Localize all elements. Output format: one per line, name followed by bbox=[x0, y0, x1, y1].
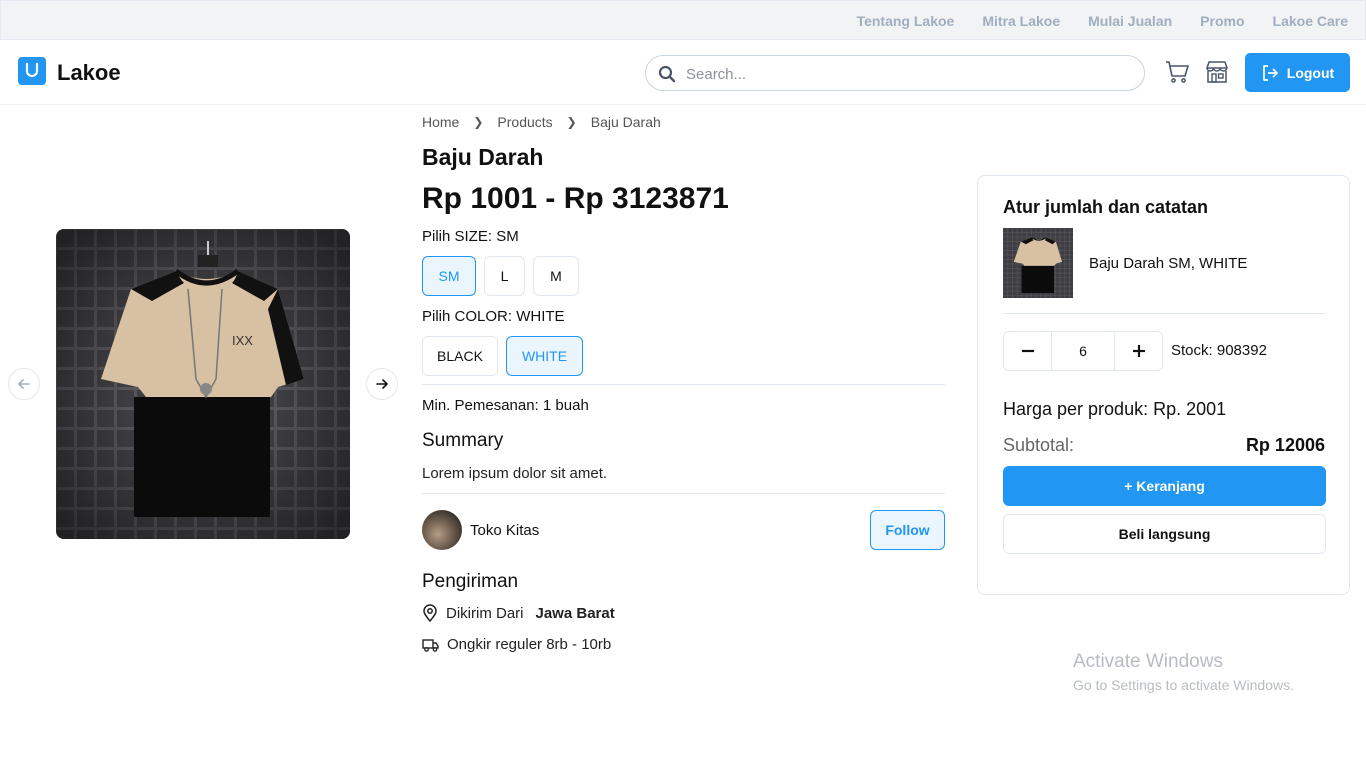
size-selected-value: SM bbox=[496, 228, 519, 245]
logout-label: Logout bbox=[1286, 64, 1335, 81]
logout-button[interactable]: Logout bbox=[1245, 53, 1350, 92]
divider bbox=[1003, 313, 1326, 314]
variant-label: Baju Darah SM, WHITE bbox=[1089, 255, 1248, 272]
stock-label: Stock: bbox=[1171, 342, 1213, 359]
breadcrumb: Home ❯ Products ❯ Baju Darah bbox=[422, 114, 661, 130]
price-per-product: Harga per produk: Rp. 2001 bbox=[1003, 399, 1227, 419]
color-option-white[interactable]: WHITE bbox=[506, 336, 583, 376]
variant-thumbnail bbox=[1003, 228, 1073, 298]
decrease-quantity-button[interactable] bbox=[1004, 332, 1051, 370]
shop-avatar[interactable] bbox=[422, 510, 462, 550]
product-image: IXX bbox=[56, 229, 350, 539]
truck-icon bbox=[422, 638, 439, 652]
subtotal-value: Rp 12006 bbox=[1245, 435, 1325, 455]
follow-button[interactable]: Follow bbox=[870, 510, 945, 550]
link-mulai-jualan[interactable]: Mulai Jualan bbox=[1088, 13, 1172, 29]
shipping-from: Dikirim Dari Jawa Barat bbox=[422, 604, 615, 622]
location-pin-icon bbox=[423, 604, 437, 622]
product-price: Rp 1001 - Rp 3123871 bbox=[422, 182, 729, 215]
windows-watermark-subtitle: Go to Settings to activate Windows. bbox=[1073, 677, 1294, 693]
shipping-cost-text: Ongkir reguler 8rb - 10rb bbox=[447, 636, 612, 653]
link-promo[interactable]: Promo bbox=[1200, 13, 1244, 29]
breadcrumb-current: Baju Darah bbox=[590, 114, 661, 130]
add-to-cart-button[interactable]: + Keranjang bbox=[1003, 466, 1326, 506]
color-label-text: Pilih COLOR: bbox=[422, 308, 513, 325]
svg-text:IXX: IXX bbox=[232, 333, 253, 348]
size-label: Pilih SIZE: SM bbox=[422, 228, 519, 245]
link-lakoe-care[interactable]: Lakoe Care bbox=[1273, 13, 1348, 29]
color-label: Pilih COLOR: WHITE bbox=[422, 308, 565, 325]
windows-watermark-title: Activate Windows bbox=[1073, 651, 1223, 672]
color-options: BLACK WHITE bbox=[422, 336, 583, 376]
order-card: Atur jumlah dan catatan Baju Darah SM, W… bbox=[977, 175, 1350, 595]
shipping-cost: Ongkir reguler 8rb - 10rb bbox=[422, 636, 611, 653]
size-option-m[interactable]: M bbox=[533, 256, 579, 296]
shipping-heading: Pengiriman bbox=[422, 571, 519, 592]
breadcrumb-products[interactable]: Products bbox=[497, 114, 552, 130]
divider bbox=[422, 493, 945, 494]
size-option-sm[interactable]: SM bbox=[422, 256, 476, 296]
search-icon bbox=[658, 65, 676, 83]
increase-quantity-button[interactable] bbox=[1115, 332, 1162, 370]
min-order-value: 1 buah bbox=[542, 397, 589, 414]
breadcrumb-home[interactable]: Home bbox=[422, 114, 459, 130]
color-option-black[interactable]: BLACK bbox=[422, 336, 498, 376]
search-bar bbox=[645, 55, 1145, 91]
shop-name[interactable]: Toko Kitas bbox=[470, 522, 539, 539]
buy-now-button[interactable]: Beli langsung bbox=[1003, 514, 1326, 554]
link-tentang-lakoe[interactable]: Tentang Lakoe bbox=[857, 13, 955, 29]
size-label-text: Pilih SIZE: bbox=[422, 228, 493, 245]
search-input[interactable] bbox=[686, 62, 1126, 86]
chevron-right-icon: ❯ bbox=[473, 115, 484, 129]
summary-text: Lorem ipsum dolor sit amet. bbox=[422, 465, 608, 482]
stock-info: Stock: 908392 bbox=[1171, 342, 1267, 359]
top-bar: Tentang Lakoe Mitra Lakoe Mulai Jualan P… bbox=[0, 0, 1366, 40]
min-order: Min. Pemesanan: 1 buah bbox=[422, 397, 589, 414]
header: Lakoe Logout bbox=[0, 40, 1366, 105]
product-name: Baju Darah bbox=[422, 144, 544, 170]
chevron-right-icon: ❯ bbox=[566, 115, 577, 129]
size-options: SM L M bbox=[422, 256, 579, 296]
top-links: Tentang Lakoe Mitra Lakoe Mulai Jualan P… bbox=[857, 1, 1348, 41]
arrow-right-icon bbox=[376, 379, 388, 389]
next-image-button[interactable] bbox=[366, 368, 398, 400]
min-order-label: Min. Pemesanan: bbox=[422, 397, 539, 414]
prev-image-button[interactable] bbox=[8, 368, 40, 400]
size-option-l[interactable]: L bbox=[484, 256, 525, 296]
color-selected-value: WHITE bbox=[516, 308, 565, 325]
divider bbox=[422, 384, 945, 385]
order-card-title: Atur jumlah dan catatan bbox=[1003, 197, 1209, 217]
shipping-from-label: Dikirim Dari bbox=[446, 604, 524, 622]
quantity-input[interactable] bbox=[1051, 332, 1115, 370]
shipping-from-value: Jawa Barat bbox=[535, 604, 615, 622]
link-mitra-lakoe[interactable]: Mitra Lakoe bbox=[982, 13, 1060, 29]
quantity-stepper bbox=[1003, 331, 1163, 371]
stock-value: 908392 bbox=[1216, 342, 1267, 359]
arrow-left-icon bbox=[18, 379, 30, 389]
brand-name[interactable]: Lakoe bbox=[57, 60, 121, 86]
store-icon[interactable] bbox=[1204, 59, 1230, 85]
summary-heading: Summary bbox=[422, 430, 504, 451]
subtotal-label: Subtotal: bbox=[1003, 435, 1075, 455]
logo-icon[interactable] bbox=[18, 57, 46, 85]
logout-icon bbox=[1262, 64, 1278, 81]
plus-icon bbox=[1132, 345, 1145, 357]
cart-icon[interactable] bbox=[1164, 59, 1190, 85]
minus-icon bbox=[1021, 349, 1034, 353]
